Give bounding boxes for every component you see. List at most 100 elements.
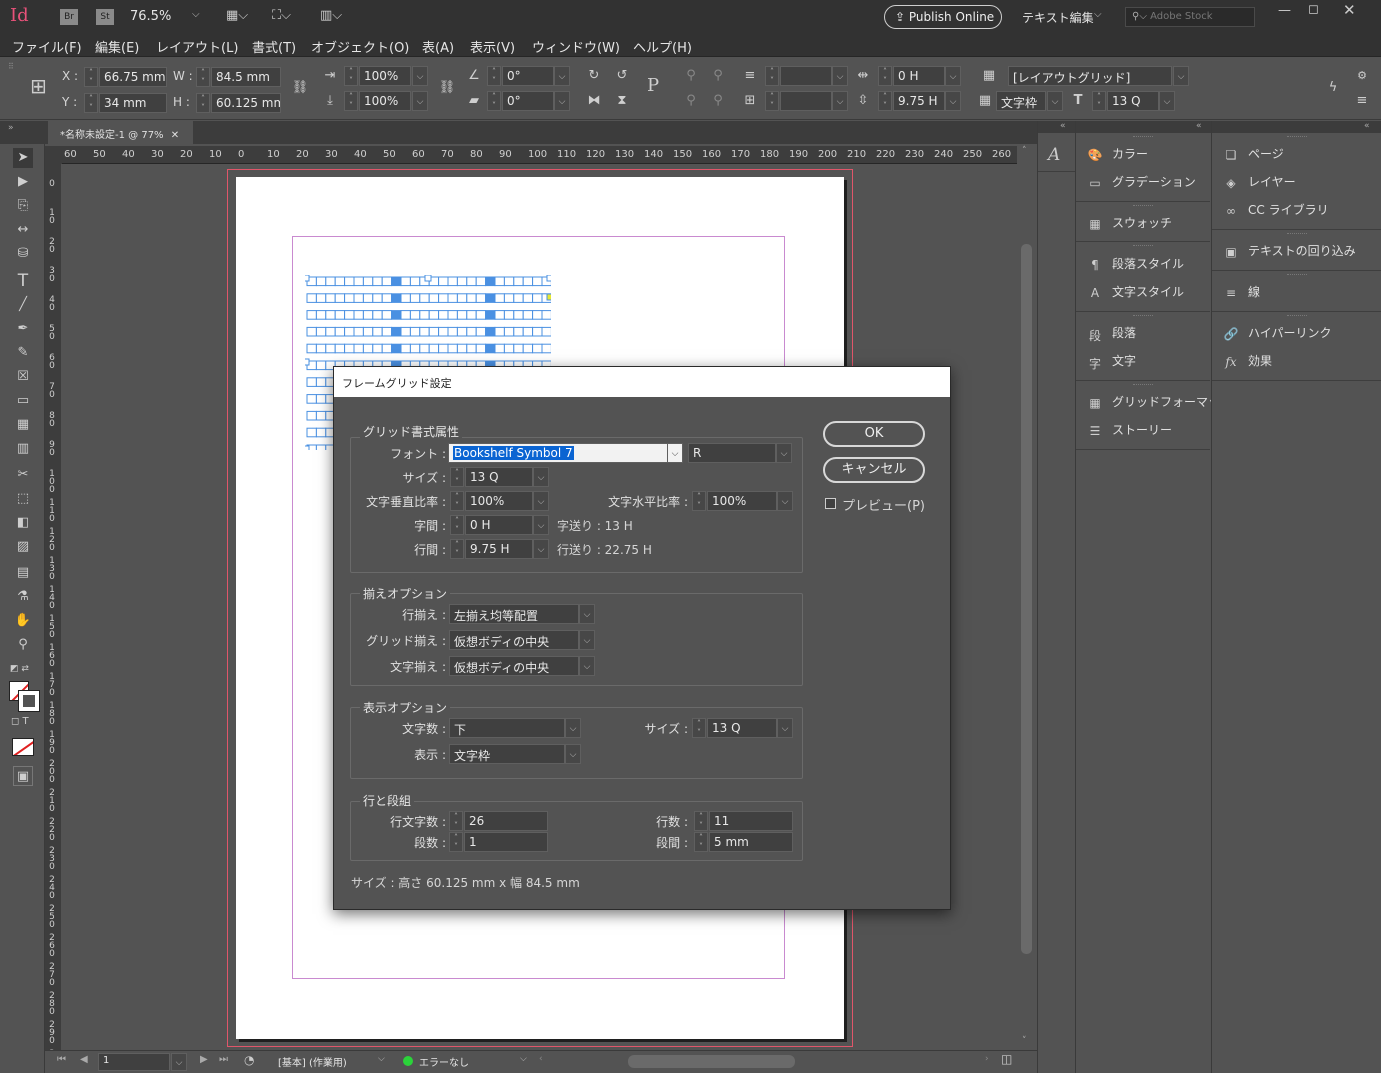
h-field[interactable]: 60.125 mm xyxy=(211,93,281,113)
ok-button[interactable]: OK xyxy=(823,421,925,447)
selection-handle[interactable] xyxy=(546,275,551,282)
view-mode-icon[interactable]: ⛶⌵ xyxy=(272,8,291,23)
settings-gear-icon[interactable]: ⚙ xyxy=(1352,66,1372,86)
vertical-scroll-thumb[interactable] xyxy=(1021,244,1032,954)
line-gap-field[interactable]: 9.75 H xyxy=(465,539,533,559)
split-layout-icon[interactable]: ◫ xyxy=(1001,1052,1012,1066)
panel-stroke[interactable]: ≡ 線 xyxy=(1222,283,1260,305)
first-page-icon[interactable]: ⏮ xyxy=(57,1054,66,1065)
vertical-scale-field[interactable]: 100% xyxy=(465,491,533,511)
column-count-spinner[interactable]: ˄ ˅ xyxy=(449,832,463,852)
select-container-icon[interactable]: ⚲ xyxy=(681,66,701,86)
menu-file[interactable]: ファイル(F) xyxy=(12,37,82,56)
hand-tool-icon[interactable]: ✋ xyxy=(13,611,33,631)
frame-out-port[interactable] xyxy=(546,293,551,301)
collapse-dock3-icon[interactable]: « xyxy=(1364,121,1370,131)
scroll-right-icon[interactable]: › xyxy=(985,1054,989,1064)
shear-spinner[interactable]: ˄ ˅ xyxy=(487,91,501,111)
vertical-grid-tool-icon[interactable]: ▥ xyxy=(13,439,33,459)
font-style-field[interactable]: R xyxy=(688,443,776,463)
selection-handle[interactable] xyxy=(305,275,310,282)
size-field[interactable]: 13 Q xyxy=(465,467,533,487)
stock-button[interactable]: St xyxy=(96,9,114,25)
char-spacing-field[interactable]: 0 H xyxy=(893,66,945,86)
menu-window[interactable]: ウィンドウ(W) xyxy=(532,37,620,56)
stroke-bottom-dropdown[interactable]: ⌵ xyxy=(832,91,848,111)
constrain-proportions-icon[interactable]: ⛓ xyxy=(290,78,310,98)
fill-stroke-swatch[interactable] xyxy=(9,681,40,712)
line-align-dropdown[interactable]: ⌵ xyxy=(579,604,595,624)
w-spinner[interactable]: ˄ ˅ xyxy=(196,67,210,87)
bridge-button[interactable]: Br xyxy=(60,9,78,25)
char-align-select[interactable]: 仮想ボディの中央 xyxy=(449,656,579,676)
scale-y-field[interactable]: 100% xyxy=(359,91,411,111)
scale-y-spinner[interactable]: ˄ ˅ xyxy=(344,91,358,111)
panel-hyperlinks[interactable]: 🔗 ハイパーリンク xyxy=(1222,324,1332,346)
x-field[interactable]: 66.75 mm xyxy=(99,67,167,87)
y-spinner[interactable]: ˄ ˅ xyxy=(84,93,98,113)
line-tool-icon[interactable]: ╱ xyxy=(13,295,33,315)
text-frame-p-icon[interactable]: P xyxy=(643,76,663,96)
gutter-spinner[interactable]: ˄ ˅ xyxy=(694,832,708,852)
stroke-swatch[interactable] xyxy=(18,690,40,712)
formatting-affects-container-icon[interactable]: ◻ T xyxy=(11,716,29,727)
panel-menu-icon[interactable]: ≡ xyxy=(1352,91,1372,111)
screen-mode-button-icon[interactable]: ▣ xyxy=(13,766,33,786)
collapse-toolbar-icon[interactable]: » xyxy=(8,123,14,133)
panel-character[interactable]: 字文字 xyxy=(1086,352,1136,374)
close-tab-icon[interactable]: ✕ xyxy=(171,130,179,141)
size-spinner[interactable]: ˄ ˅ xyxy=(450,467,464,487)
apply-none-button[interactable] xyxy=(12,738,34,756)
stroke-top-spinner[interactable]: ˄ ˅ xyxy=(765,66,779,86)
maximize-icon[interactable]: ◻ xyxy=(1308,2,1319,17)
rectangle-tool-icon[interactable]: ▭ xyxy=(13,391,33,411)
pen-tool-icon[interactable]: ✒ xyxy=(13,319,33,339)
arrange-icon[interactable]: ▥⌵ xyxy=(320,8,342,23)
preflight-dropdown-icon[interactable]: ⌵ xyxy=(520,1054,527,1064)
flip-h-icon[interactable]: ⧓ xyxy=(584,91,604,111)
publish-online-button[interactable]: ⇪ Publish Online xyxy=(884,5,1002,29)
frame-type-select[interactable]: 文字枠 xyxy=(996,91,1046,111)
pencil-tool-icon[interactable]: ✎ xyxy=(13,343,33,363)
line-count-field[interactable]: 11 xyxy=(709,811,793,831)
grid-align-dropdown[interactable]: ⌵ xyxy=(579,630,595,650)
select-prev-icon[interactable]: ⚲ xyxy=(681,91,701,111)
line-count-spinner[interactable]: ˄ ˅ xyxy=(694,811,708,831)
display-dropdown[interactable]: ⌵ xyxy=(565,744,581,764)
scale-x-dropdown[interactable]: ⌵ xyxy=(412,66,428,86)
selection-handle[interactable] xyxy=(305,358,310,366)
rotate-dropdown[interactable]: ⌵ xyxy=(554,66,570,86)
gap-tool-icon[interactable]: ↔ xyxy=(13,220,33,240)
selection-handle[interactable] xyxy=(305,445,310,450)
rotate-cw-icon[interactable]: ↻ xyxy=(584,66,604,86)
workspace-switcher[interactable]: テキスト編集 xyxy=(1022,9,1094,26)
profile-dropdown-icon[interactable]: ⌵ xyxy=(378,1054,385,1064)
panel-gradient[interactable]: ▭ グラデーション xyxy=(1086,173,1195,195)
rotate-spinner[interactable]: ˄ ˅ xyxy=(487,66,501,86)
char-count-select[interactable]: 下 xyxy=(449,718,565,738)
char-gap-field[interactable]: 0 H xyxy=(465,515,533,535)
page-number-field[interactable]: 1 xyxy=(98,1053,170,1071)
rectangle-frame-tool-icon[interactable]: ☒ xyxy=(13,367,33,387)
flip-v-icon[interactable]: ⧗ xyxy=(612,91,632,111)
panel-text-wrap[interactable]: ▣ テキストの回り込み xyxy=(1222,242,1355,264)
menu-type[interactable]: 書式(T) xyxy=(252,37,296,56)
panel-layers[interactable]: ◈ レイヤー xyxy=(1222,173,1295,195)
font-size-dropdown[interactable]: ⌵ xyxy=(1159,91,1175,111)
char-align-dropdown[interactable]: ⌵ xyxy=(579,656,595,676)
preview-checkbox[interactable] xyxy=(825,498,836,509)
menu-table[interactable]: 表(A) xyxy=(422,37,454,56)
panel-paragraph-styles[interactable]: ¶ 段落スタイル xyxy=(1086,255,1184,277)
preflight-status[interactable]: エラーなし xyxy=(419,1054,469,1069)
rotate-ccw-icon[interactable]: ↺ xyxy=(612,66,632,86)
grid-type-select[interactable]: [レイアウトグリッド] xyxy=(1008,66,1172,86)
h-spinner[interactable]: ˄ ˅ xyxy=(196,93,210,113)
page-tool-icon[interactable]: ⎘ xyxy=(13,196,33,216)
font-style-dropdown[interactable]: ⌵ xyxy=(776,443,792,463)
horizontal-scale-spinner[interactable]: ˄ ˅ xyxy=(692,491,706,511)
line-align-select[interactable]: 左揃え均等配置 xyxy=(449,604,579,624)
line-spacing-field[interactable]: 9.75 H xyxy=(893,91,945,111)
menu-view[interactable]: 表示(V) xyxy=(470,37,515,56)
panel-paragraph[interactable]: 段段落 xyxy=(1086,324,1136,346)
menu-object[interactable]: オブジェクト(O) xyxy=(311,37,409,56)
